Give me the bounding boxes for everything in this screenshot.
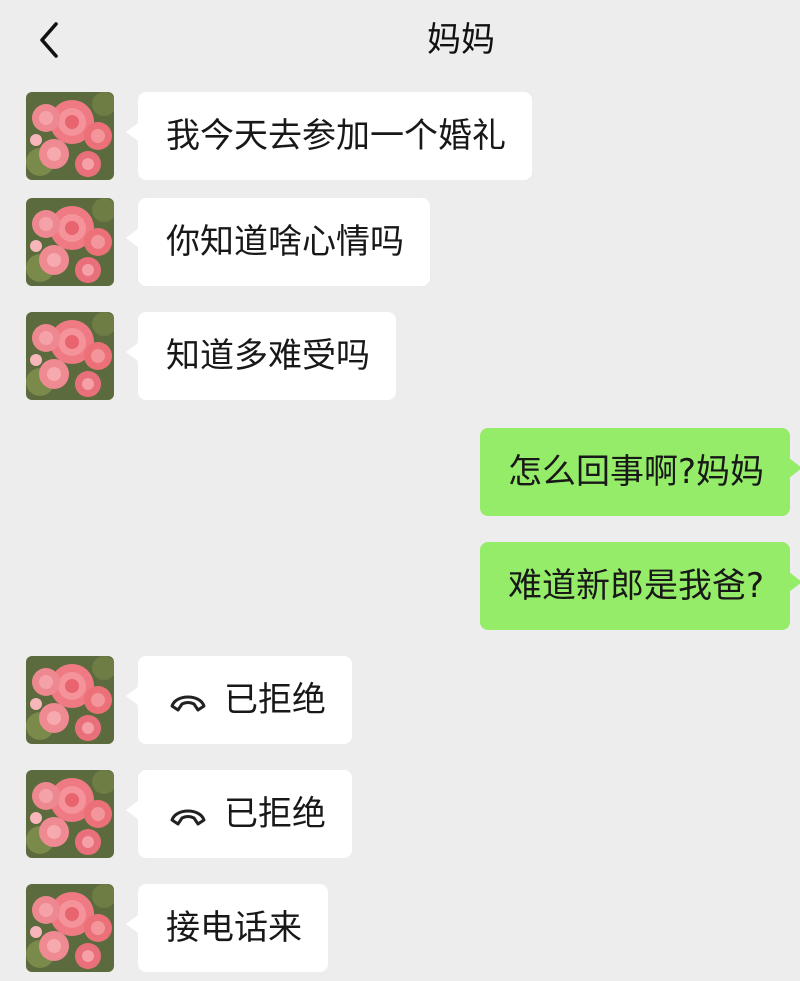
declined-call-icon	[166, 680, 210, 720]
message-bubble[interactable]: 接电话来	[126, 884, 328, 972]
rose-avatar-icon	[26, 884, 114, 972]
message-bubble[interactable]: 难道新郎是我爸?	[479, 542, 800, 630]
call-record-bubble[interactable]: 已拒绝	[126, 770, 352, 858]
message-bubble[interactable]: 我今天去参加一个婚礼	[126, 92, 532, 180]
rose-avatar-icon	[26, 656, 114, 744]
chat-title: 妈妈	[427, 20, 495, 60]
rose-avatar-icon	[26, 312, 114, 400]
call-status-label: 已拒绝	[224, 680, 326, 720]
call-status-label: 已拒绝	[224, 794, 326, 834]
contact-avatar[interactable]	[26, 884, 114, 972]
declined-call-icon	[166, 794, 210, 834]
message-bubble[interactable]: 你知道啥心情吗	[126, 198, 430, 286]
contact-avatar[interactable]	[26, 312, 114, 400]
message-bubble[interactable]: 知道多难受吗	[126, 312, 396, 400]
call-record-bubble[interactable]: 已拒绝	[126, 656, 352, 744]
contact-avatar[interactable]	[26, 198, 114, 286]
rose-avatar-icon	[26, 770, 114, 858]
message-bubble[interactable]: 怎么回事啊?妈妈	[479, 428, 800, 516]
contact-avatar[interactable]	[26, 770, 114, 858]
rose-avatar-icon	[26, 198, 114, 286]
chat-header: 妈妈	[0, 0, 800, 84]
contact-avatar[interactable]	[26, 656, 114, 744]
contact-avatar[interactable]	[26, 92, 114, 180]
rose-avatar-icon	[26, 92, 114, 180]
